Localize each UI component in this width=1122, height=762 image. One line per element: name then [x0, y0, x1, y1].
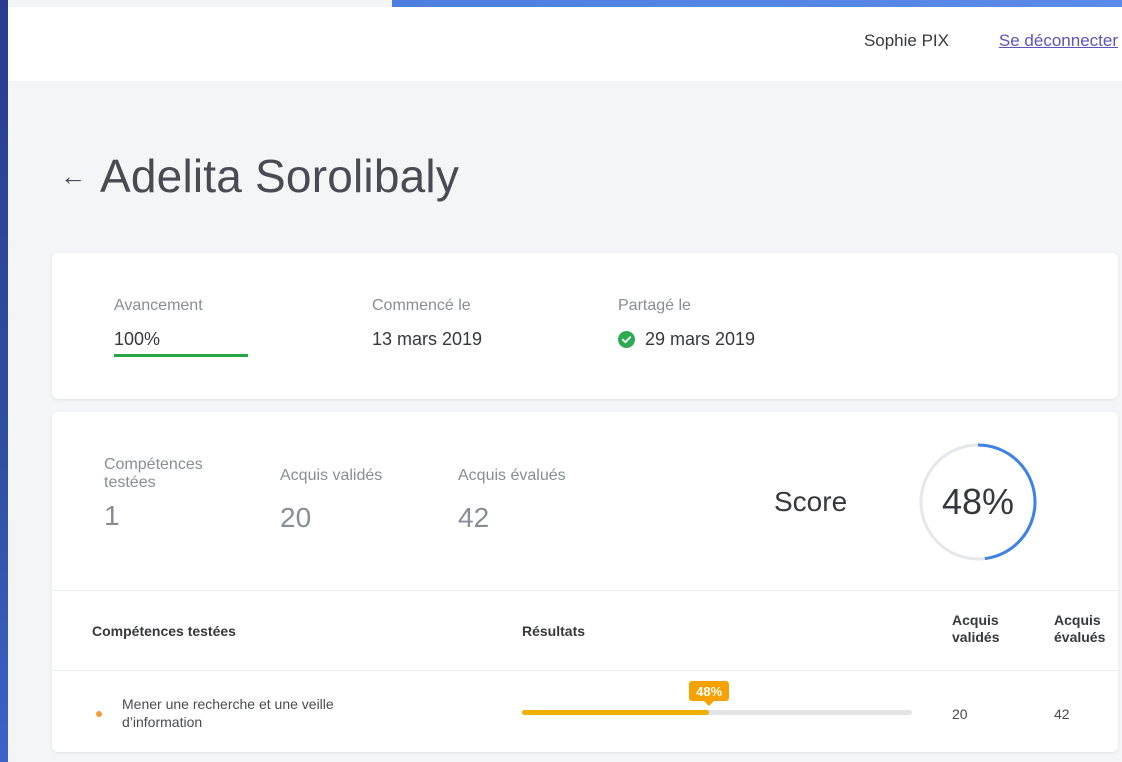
evaluated-stat-value: 42 — [458, 502, 490, 533]
competences-stat-value: 1 — [104, 500, 120, 531]
page-header: ← Adelita Sorolibaly — [60, 146, 459, 206]
row-evaluated: 42 — [1054, 706, 1070, 722]
progress-label: Avancement — [114, 297, 203, 314]
header-competences: Compétences testées — [92, 623, 236, 639]
validated-stat-label: Acquis validés — [280, 467, 383, 484]
score-value: 48% — [941, 481, 1015, 522]
started-value: 13 mars 2019 — [372, 329, 483, 349]
table-header-divider — [52, 670, 1118, 671]
shared-value: 29 mars 2019 — [645, 329, 756, 349]
arrow-left-icon[interactable]: ← — [60, 163, 86, 189]
header-validated: Acquis validés — [952, 612, 1000, 645]
started-label: Commencé le — [372, 297, 471, 314]
page-title: Adelita Sorolibaly — [100, 150, 460, 202]
shared-label: Partagé le — [618, 297, 691, 314]
header-results: Résultats — [522, 623, 586, 639]
logout-link[interactable]: Se déconnecter — [999, 31, 1118, 51]
evaluated-stat: Acquis évalués 42 — [458, 467, 566, 534]
progress-bar — [114, 354, 248, 357]
results-card: Compétences testées 1 Acquis validés 20 … — [52, 412, 1118, 752]
row-bullet — [96, 711, 102, 717]
result-bar — [522, 710, 912, 715]
result-bar-fill — [522, 710, 710, 715]
top-accent-bar — [392, 0, 1122, 7]
result-badge: 48% — [689, 681, 730, 706]
check-circle-icon — [618, 331, 635, 348]
left-rail — [0, 0, 8, 762]
validated-stat-value: 20 — [280, 502, 312, 533]
progress-block: Avancement 100% — [114, 297, 203, 350]
competences-stat-label: Compétences testées — [104, 456, 203, 491]
progress-value: 100% — [114, 329, 161, 349]
table-top-divider — [52, 590, 1118, 591]
competences-stat: Compétences testées 1 — [104, 456, 244, 532]
user-name: Sophie PIX — [863, 31, 949, 50]
score-label: Score — [774, 486, 848, 517]
header-evaluated: Acquis évalués — [1054, 612, 1106, 645]
topbar: Sophie PIX Se déconnecter — [8, 7, 1122, 81]
validated-stat: Acquis validés 20 — [280, 467, 382, 534]
summary-card: Avancement 100% Commencé le 13 mars 2019… — [52, 253, 1118, 399]
shared-value-row: 29 mars 2019 — [618, 329, 755, 350]
row-validated: 20 — [952, 706, 968, 722]
started-block: Commencé le 13 mars 2019 — [372, 297, 482, 350]
evaluated-stat-label: Acquis évalués — [458, 467, 566, 484]
shared-block: Partagé le 29 mars 2019 — [618, 297, 755, 350]
row-competence-name: Mener une recherche et une veille d’info… — [122, 696, 334, 730]
